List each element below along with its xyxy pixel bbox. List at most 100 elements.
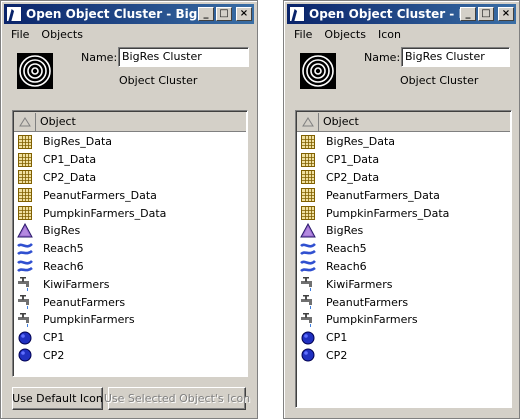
minimize-button[interactable]: _	[460, 7, 476, 21]
list-rows: BigRes_Data CP1_Data CP2_Data PeanutFarmers…	[296, 133, 511, 364]
app-icon	[6, 6, 22, 22]
menu-file[interactable]: File	[288, 28, 318, 41]
list-item[interactable]: PumpkinFarmers_Data	[13, 204, 247, 222]
list-item[interactable]: CP1	[13, 329, 247, 347]
list-item-label: KiwiFarmers	[43, 277, 110, 291]
name-label: Name:	[81, 51, 118, 64]
menu-objects[interactable]: Objects	[318, 28, 372, 41]
type-label: Object Cluster	[400, 74, 479, 87]
maximize-button[interactable]: □	[216, 7, 232, 21]
list-item[interactable]: Reach5	[296, 240, 511, 258]
list-item[interactable]: PeanutFarmers_Data	[13, 186, 247, 204]
list-item-label: PeanutFarmers	[326, 295, 409, 309]
title-bar[interactable]: Open Object Cluster - BigRes ... _ □ ×	[4, 4, 254, 24]
name-field[interactable]: BigRes Cluster	[401, 47, 510, 67]
maximize-button[interactable]: □	[478, 7, 494, 21]
list-item-label: Reach6	[43, 259, 84, 273]
menu-bar: File Objects Icon	[288, 25, 515, 43]
object-list[interactable]: Object BigRes_Data CP1_Data CP2_Data Peanut…	[295, 110, 512, 408]
data-grid-icon	[300, 134, 316, 150]
list-item[interactable]: BigRes_Data	[13, 133, 247, 151]
use-selected-object-icon-button[interactable]: Use Selected Object's Icon	[104, 387, 250, 410]
list-item[interactable]: KiwiFarmers	[296, 275, 511, 293]
list-item-label: KiwiFarmers	[326, 277, 393, 291]
list-item[interactable]: BigRes	[296, 222, 511, 240]
list-item-label: BigRes	[326, 224, 364, 238]
reach-icon	[17, 258, 33, 274]
object-cluster-window-left: Open Object Cluster - BigRes ... _ □ × F…	[0, 0, 258, 419]
close-button[interactable]: ×	[498, 7, 514, 21]
list-item-label: PeanutFarmers_Data	[326, 188, 440, 202]
list-item[interactable]: PumpkinFarmers_Data	[296, 204, 511, 222]
list-item-label: PeanutFarmers	[43, 295, 126, 309]
list-item-label: PumpkinFarmers_Data	[326, 206, 450, 220]
water-user-faucet-icon	[17, 294, 33, 310]
list-item-label: CP1_Data	[43, 153, 97, 167]
list-item-label: Reach5	[43, 242, 84, 256]
list-item-label: CP2	[326, 348, 348, 362]
list-item[interactable]: CP2	[13, 347, 247, 365]
reservoir-triangle-icon	[17, 222, 33, 239]
list-item[interactable]: CP2	[296, 347, 511, 365]
window-title: Open Object Cluster - Big...	[309, 7, 460, 21]
reach-icon	[17, 241, 33, 257]
minimize-button[interactable]: _	[198, 7, 214, 21]
list-rows: BigRes_Data CP1_Data CP2_Data PeanutFarmers…	[13, 133, 247, 364]
use-default-icon-button[interactable]: Use Default Icon	[12, 387, 103, 410]
reach-icon	[300, 241, 316, 257]
list-item[interactable]: PumpkinFarmers	[13, 311, 247, 329]
column-header-object[interactable]: Object	[319, 115, 359, 128]
name-field[interactable]: BigRes Cluster	[118, 47, 249, 67]
list-item[interactable]: Reach6	[296, 258, 511, 276]
list-item-label: Reach5	[326, 242, 367, 256]
list-item-label: PeanutFarmers_Data	[43, 188, 157, 202]
data-grid-icon	[17, 205, 33, 221]
list-item-label: BigRes_Data	[43, 135, 112, 149]
menu-objects[interactable]: Objects	[35, 28, 89, 41]
list-item-label: Reach6	[326, 259, 367, 273]
control-point-icon	[17, 330, 33, 346]
object-list[interactable]: Object BigRes_Data CP1_Data CP2_Data Peanut…	[12, 110, 248, 377]
menu-bar: File Objects	[5, 25, 253, 43]
app-icon	[289, 6, 305, 22]
list-item[interactable]: BigRes_Data	[296, 133, 511, 151]
list-item-label: PumpkinFarmers	[326, 313, 418, 327]
sort-indicator-icon[interactable]	[14, 112, 36, 131]
water-user-faucet-icon	[300, 276, 316, 292]
list-item[interactable]: BigRes	[13, 222, 247, 240]
list-item[interactable]: PumpkinFarmers	[296, 311, 511, 329]
sort-indicator-icon[interactable]	[297, 112, 319, 131]
menu-icon[interactable]: Icon	[372, 28, 407, 41]
title-bar[interactable]: Open Object Cluster - Big... _ □ ×	[287, 4, 516, 24]
list-item[interactable]: Reach5	[13, 240, 247, 258]
list-header: Object	[297, 112, 510, 132]
window-title: Open Object Cluster - BigRes ...	[26, 7, 198, 21]
data-grid-icon	[300, 187, 316, 203]
cluster-icon	[17, 53, 53, 89]
list-item[interactable]: PeanutFarmers	[296, 293, 511, 311]
control-point-icon	[17, 347, 33, 363]
list-item-label: BigRes	[43, 224, 81, 238]
menu-file[interactable]: File	[5, 28, 35, 41]
list-item[interactable]: KiwiFarmers	[13, 275, 247, 293]
list-item[interactable]: CP1_Data	[13, 151, 247, 169]
data-grid-icon	[17, 169, 33, 185]
list-item[interactable]: CP2_Data	[296, 169, 511, 187]
list-item[interactable]: PeanutFarmers	[13, 293, 247, 311]
water-user-faucet-icon	[300, 294, 316, 310]
data-grid-icon	[17, 152, 33, 168]
list-item-label: CP1	[326, 331, 348, 345]
data-grid-icon	[17, 134, 33, 150]
list-item[interactable]: PeanutFarmers_Data	[296, 186, 511, 204]
data-grid-icon	[300, 205, 316, 221]
list-item[interactable]: CP1	[296, 329, 511, 347]
list-item[interactable]: CP2_Data	[13, 169, 247, 187]
list-item-label: PumpkinFarmers	[43, 313, 135, 327]
reservoir-triangle-icon	[300, 222, 316, 239]
column-header-object[interactable]: Object	[36, 115, 76, 128]
list-item[interactable]: Reach6	[13, 258, 247, 276]
list-item-label: CP2_Data	[326, 170, 380, 184]
close-button[interactable]: ×	[236, 7, 252, 21]
data-grid-icon	[300, 152, 316, 168]
list-item[interactable]: CP1_Data	[296, 151, 511, 169]
